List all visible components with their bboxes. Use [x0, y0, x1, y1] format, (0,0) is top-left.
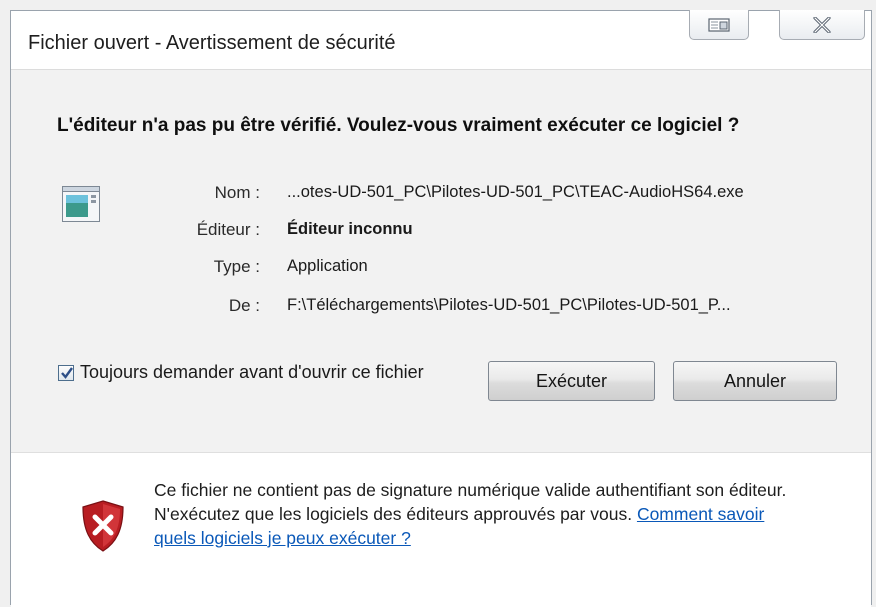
close-button[interactable]	[779, 10, 865, 40]
name-label: Nom :	[214, 183, 260, 202]
dialog-body: L'éditeur n'a pas pu être vérifié. Voule…	[11, 69, 871, 453]
run-button[interactable]: Exécuter	[488, 361, 655, 401]
type-label: Type :	[213, 257, 260, 276]
type-value: Application	[287, 257, 368, 275]
detail-row-type: Type : Application	[11, 257, 871, 283]
always-ask-label[interactable]: Toujours demander avant d'ouvrir ce fich…	[80, 362, 424, 383]
name-value: ...otes-UD-501_PC\Pilotes-UD-501_PC\TEAC…	[287, 183, 744, 201]
from-label: De :	[228, 296, 260, 315]
detail-row-name: Nom : ...otes-UD-501_PC\Pilotes-UD-501_P…	[11, 183, 871, 209]
restore-icon	[708, 17, 730, 32]
window-title: Fichier ouvert - Avertissement de sécuri…	[28, 32, 396, 54]
close-icon	[813, 16, 831, 33]
always-ask-checkbox[interactable]	[58, 365, 74, 381]
checkmark-icon	[61, 367, 73, 379]
title-bar[interactable]: Fichier ouvert - Avertissement de sécuri…	[11, 10, 871, 69]
publisher-value: Éditeur inconnu	[287, 220, 413, 238]
security-warning-dialog: Fichier ouvert - Avertissement de sécuri…	[10, 10, 872, 607]
publisher-label: Éditeur :	[196, 220, 260, 239]
footer-warning-text: Ce fichier ne contient pas de signature …	[154, 478, 794, 550]
detail-row-from: De : F:\Téléchargements\Pilotes-UD-501_P…	[11, 296, 871, 322]
from-value: F:\Téléchargements\Pilotes-UD-501_PC\Pil…	[287, 296, 731, 314]
warning-headline: L'éditeur n'a pas pu être vérifié. Voule…	[57, 115, 740, 136]
restore-button[interactable]	[689, 10, 749, 40]
footer-warning: Ce fichier ne contient pas de signature …	[11, 452, 871, 607]
detail-row-publisher: Éditeur : Éditeur inconnu	[11, 220, 871, 246]
cancel-button[interactable]: Annuler	[673, 361, 837, 401]
shield-error-icon	[82, 500, 124, 552]
